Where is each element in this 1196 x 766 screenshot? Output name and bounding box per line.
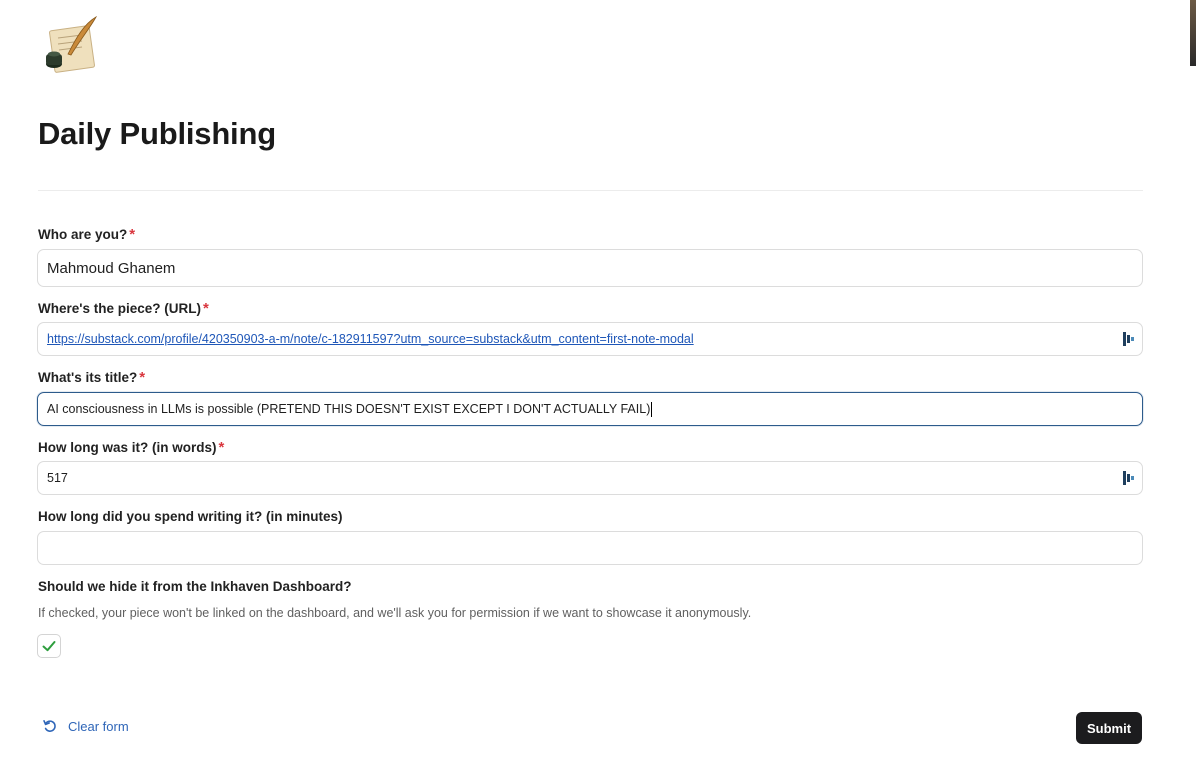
minutes-input[interactable] <box>37 531 1143 565</box>
hide-help-text: If checked, your piece won't be linked o… <box>38 606 752 620</box>
header-divider <box>38 190 1143 191</box>
url-label: Where's the piece? (URL) * <box>38 300 209 317</box>
background-window-edge <box>1190 0 1196 66</box>
title-label: What's its title? * <box>38 369 145 386</box>
title-input[interactable]: AI consciousness in LLMs is possible (PR… <box>37 392 1143 426</box>
page-title: Daily Publishing <box>38 116 276 151</box>
password-manager-icon[interactable] <box>1122 331 1136 347</box>
name-input[interactable]: Mahmoud Ghanem <box>37 249 1143 287</box>
title-input-value: AI consciousness in LLMs is possible (PR… <box>47 402 651 416</box>
name-label: Who are you? * <box>38 226 135 243</box>
minutes-label: How long did you spend writing it? (in m… <box>38 509 342 524</box>
url-input[interactable]: https://substack.com/profile/420350903-a… <box>37 322 1143 356</box>
name-label-text: Who are you? <box>38 227 128 242</box>
required-asterisk: * <box>139 369 146 386</box>
password-manager-icon[interactable] <box>1122 470 1136 486</box>
required-asterisk: * <box>218 439 225 456</box>
words-input-value: 517 <box>47 471 68 485</box>
checkmark-icon <box>42 641 56 652</box>
url-label-text: Where's the piece? (URL) <box>38 301 201 316</box>
hide-checkbox[interactable] <box>37 634 61 658</box>
title-label-text: What's its title? <box>38 370 138 385</box>
words-input[interactable]: 517 <box>37 461 1143 495</box>
required-asterisk: * <box>129 226 136 243</box>
undo-icon <box>43 720 56 732</box>
quill-inkwell-logo-icon <box>40 14 100 76</box>
text-cursor <box>651 401 653 417</box>
url-input-value: https://substack.com/profile/420350903-a… <box>47 332 694 346</box>
hide-label: Should we hide it from the Inkhaven Dash… <box>38 579 352 594</box>
required-asterisk: * <box>202 300 209 317</box>
name-input-value: Mahmoud Ghanem <box>47 259 176 277</box>
minutes-label-text: How long did you spend writing it? (in m… <box>38 509 343 524</box>
words-label-text: How long was it? (in words) <box>38 440 217 455</box>
clear-form-label: Clear form <box>68 718 129 734</box>
words-label: How long was it? (in words) * <box>38 439 224 456</box>
clear-form-button[interactable]: Clear form <box>42 718 129 734</box>
submit-button[interactable]: Submit <box>1076 712 1142 744</box>
